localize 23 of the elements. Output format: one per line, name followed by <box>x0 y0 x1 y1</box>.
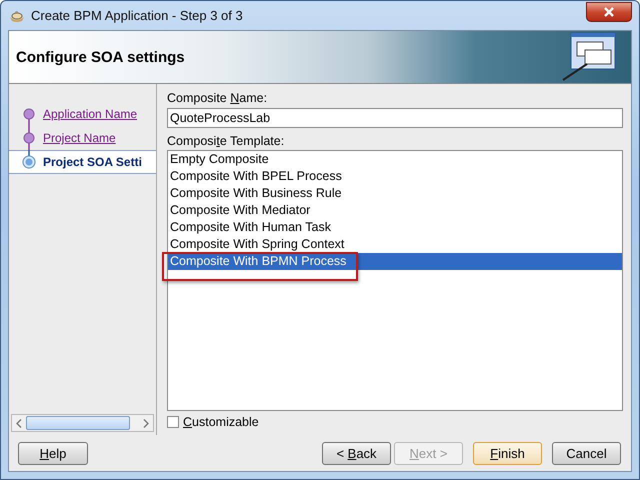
template-item[interactable]: Composite With BPEL Process <box>168 168 622 185</box>
page-heading: Configure SOA settings <box>16 48 186 66</box>
template-item[interactable]: Composite With BPMN Process <box>168 253 622 270</box>
close-button[interactable] <box>586 2 632 22</box>
wizard-button[interactable]: < Back <box>322 442 391 464</box>
step-link[interactable]: Project Name <box>43 131 116 145</box>
template-item[interactable]: Composite With Spring Context <box>168 236 622 253</box>
window-title: Create BPM Application - Step 3 of 3 <box>31 8 243 23</box>
close-icon <box>603 6 615 16</box>
horizontal-scrollbar[interactable] <box>11 414 154 432</box>
wizard-button[interactable]: Cancel <box>552 442 621 464</box>
help-button[interactable]: Help <box>18 442 88 464</box>
field-label: Composite Template: <box>167 134 286 149</box>
cup-icon <box>9 8 25 22</box>
step-link[interactable]: Application Name <box>43 107 138 121</box>
composite-name-field[interactable]: QuoteProcessLab <box>167 108 623 128</box>
wizard-button[interactable]: Finish <box>473 442 542 464</box>
field-label: Composite Name: <box>167 91 268 106</box>
template-item[interactable]: Empty Composite <box>168 151 622 168</box>
template-item[interactable]: Composite With Mediator <box>168 202 622 219</box>
customizable-checkbox[interactable]: Customizable <box>167 413 259 431</box>
template-item[interactable]: Composite With Business Rule <box>168 185 622 202</box>
template-item[interactable]: Composite With Human Task <box>168 219 622 236</box>
